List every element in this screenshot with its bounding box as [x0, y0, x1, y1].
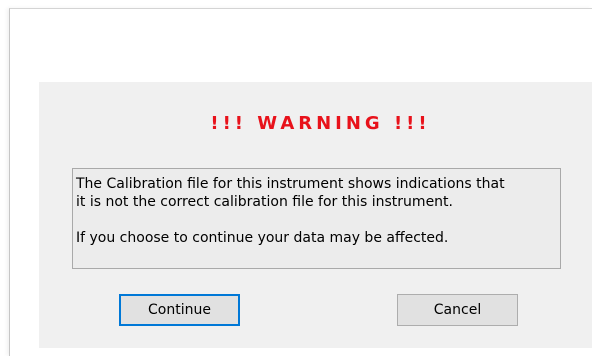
continue-button[interactable]: Continue — [119, 294, 240, 326]
message-box: The Calibration file for this instrument… — [72, 168, 561, 269]
dialog-window: !!! WARNING !!! The Calibration file for… — [9, 8, 592, 356]
warning-title: !!! WARNING !!! — [210, 113, 431, 134]
message-line-3: If you choose to continue your data may … — [76, 230, 449, 246]
dialog-body: !!! WARNING !!! The Calibration file for… — [39, 82, 592, 348]
message-line-1: The Calibration file for this instrument… — [76, 176, 505, 192]
message-line-2: it is not the correct calibration file f… — [76, 194, 453, 210]
cancel-button[interactable]: Cancel — [397, 294, 518, 326]
